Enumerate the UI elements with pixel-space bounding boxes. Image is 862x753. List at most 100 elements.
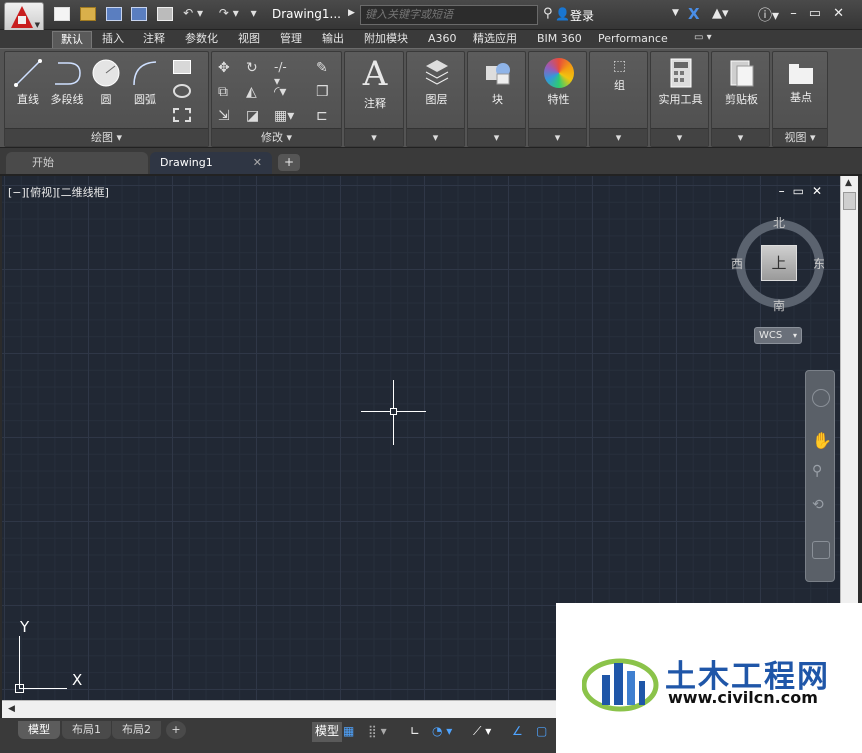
layers-dropdown-icon[interactable]: ▾ [407,128,464,146]
login-button[interactable]: 登录 [570,7,594,24]
osnap-track-icon[interactable]: ∠ [512,722,523,742]
compass-east[interactable]: 东 [813,255,825,272]
zoom-icon[interactable]: ⚲ [812,463,830,481]
minimize-icon[interactable]: – [790,6,809,21]
snap-icon[interactable]: ⣿ ▾ [368,722,387,742]
customize-toolbar-icon[interactable]: ▾ [251,6,257,20]
new-file-icon[interactable] [54,6,70,21]
close-tab-icon[interactable]: ✕ [253,152,262,173]
clipboard-tool[interactable]: 剪贴板 [714,58,769,107]
steering-wheel-icon[interactable] [812,389,830,407]
offset-icon[interactable]: ⊏ [316,108,334,124]
compass-south[interactable]: 南 [773,297,785,314]
tab-annotate[interactable]: 注释 [135,31,173,48]
help-icon[interactable]: ⓘ▾ [758,5,779,25]
scroll-up-icon[interactable]: ▲ [845,178,852,188]
print-icon[interactable] [157,6,174,21]
wcs-menu-button[interactable]: WCS ▾ [754,327,802,344]
close-icon[interactable]: ✕ [833,6,856,21]
erase-icon[interactable]: ✎ [316,60,334,76]
scale-icon[interactable]: ◪ [246,108,264,124]
a360-icon[interactable]: ▲▾ [712,6,729,21]
line-tool[interactable]: 直线 [11,58,45,107]
view-panel-footer[interactable]: 视图 ▾ [773,128,827,146]
trim-icon[interactable]: -/-▾ [274,60,292,88]
move-icon[interactable]: ✥ [218,60,236,76]
tab-addins[interactable]: 附加模块 [356,31,416,48]
layers-tool[interactable]: 图层 [409,58,464,107]
showmotion-icon[interactable] [812,541,830,559]
block-tool[interactable]: 块 [470,58,525,107]
search-input[interactable] [360,5,538,25]
polyline-tool[interactable]: 多段线 [47,58,87,107]
viewport-controls-label[interactable]: [−][俯视][二维线框] [8,184,109,200]
exchange-x-icon[interactable]: X [688,5,700,23]
redo-icon[interactable]: ↷ ▾ [219,6,239,20]
tab-layout2[interactable]: 布局2 [112,721,161,739]
open-file-icon[interactable] [79,6,96,21]
utilities-tool[interactable]: 实用工具 [653,58,708,107]
tab-parametric[interactable]: 参数化 [177,31,226,48]
hatch-icon[interactable] [173,84,191,98]
properties-dropdown-icon[interactable]: ▾ [529,128,586,146]
array-icon[interactable]: ▦▾ [274,108,294,124]
new-tab-button[interactable]: + [278,154,300,171]
compass-north[interactable]: 北 [773,214,785,231]
arc-tool[interactable]: 圆弧 [127,58,163,107]
pan-icon[interactable]: ✋ [812,431,832,450]
circle-tool[interactable]: 圆 [89,58,123,107]
grid-icon[interactable]: ▦ [343,722,354,742]
group-tool[interactable]: ⬚ 组 [592,58,647,93]
explode-icon[interactable]: ❒ [316,84,334,100]
fillet-icon[interactable]: ◜▾ [274,84,292,100]
tab-view[interactable]: 视图 [230,31,268,48]
base-tool[interactable]: 基点 [775,60,827,105]
stretch-icon[interactable]: ⇲ [218,108,236,124]
mirror-icon[interactable]: ◭ [246,84,264,100]
tab-insert[interactable]: 插入 [94,31,132,48]
tab-manage[interactable]: 管理 [272,31,310,48]
ortho-icon[interactable]: ∟ [410,722,420,742]
copy-icon[interactable]: ⧉ [218,84,236,100]
orbit-icon[interactable]: ⟲ [812,497,830,515]
tab-performance[interactable]: Performance [590,31,676,48]
tab-model[interactable]: 模型 [18,721,60,739]
add-layout-button[interactable]: + [166,721,186,739]
rotate-icon[interactable]: ↻ [246,60,264,76]
model-space-button[interactable]: 模型 [312,722,343,742]
tab-start[interactable]: 开始 [6,152,148,174]
tab-output[interactable]: 输出 [314,31,352,48]
group-dropdown-icon[interactable]: ▾ [590,128,647,146]
binoculars-icon[interactable]: ⚲ [543,6,553,21]
compass-west[interactable]: 西 [731,255,743,272]
boundary-icon[interactable] [173,108,191,122]
viewcube-top-face[interactable]: 上 [761,245,797,281]
scroll-thumb[interactable] [843,192,856,210]
viewport-close-icon[interactable]: ✕ [812,184,830,198]
rectangle-icon[interactable] [173,60,191,74]
polar-icon[interactable]: ◔ ▾ [432,722,452,742]
save-icon[interactable] [105,6,122,21]
tab-bim360[interactable]: BIM 360 [529,31,590,48]
ribbon-minimize-icon[interactable]: ▭ ▾ [694,32,712,43]
scroll-left-icon[interactable]: ◀ [8,704,15,714]
utilities-dropdown-icon[interactable]: ▾ [651,128,708,146]
tab-layout1[interactable]: 布局1 [62,721,111,739]
clipboard-dropdown-icon[interactable]: ▾ [712,128,769,146]
block-dropdown-icon[interactable]: ▾ [468,128,525,146]
modify-panel-footer[interactable]: 修改 ▾ [212,128,341,146]
tab-a360[interactable]: A360 [420,31,465,48]
osnap-icon[interactable]: ▢ [536,722,547,742]
annotation-tool[interactable]: A 注释 [347,56,403,111]
tab-default[interactable]: 默认 [52,31,92,48]
isodraft-icon[interactable]: ⟋ ▾ [473,722,491,742]
tab-featured-apps[interactable]: 精选应用 [465,31,525,48]
login-dropdown-icon[interactable]: ▼ [672,8,679,18]
undo-icon[interactable]: ↶ ▾ [183,6,203,20]
draw-panel-footer[interactable]: 绘图 ▾ [5,128,208,146]
save-as-icon[interactable] [131,6,148,21]
tab-drawing1[interactable]: Drawing1 ✕ [150,152,272,174]
properties-tool[interactable]: 特性 [531,58,586,107]
annotation-dropdown-icon[interactable]: ▾ [345,128,403,146]
viewport-restore-icon[interactable]: ▭ [793,184,812,198]
